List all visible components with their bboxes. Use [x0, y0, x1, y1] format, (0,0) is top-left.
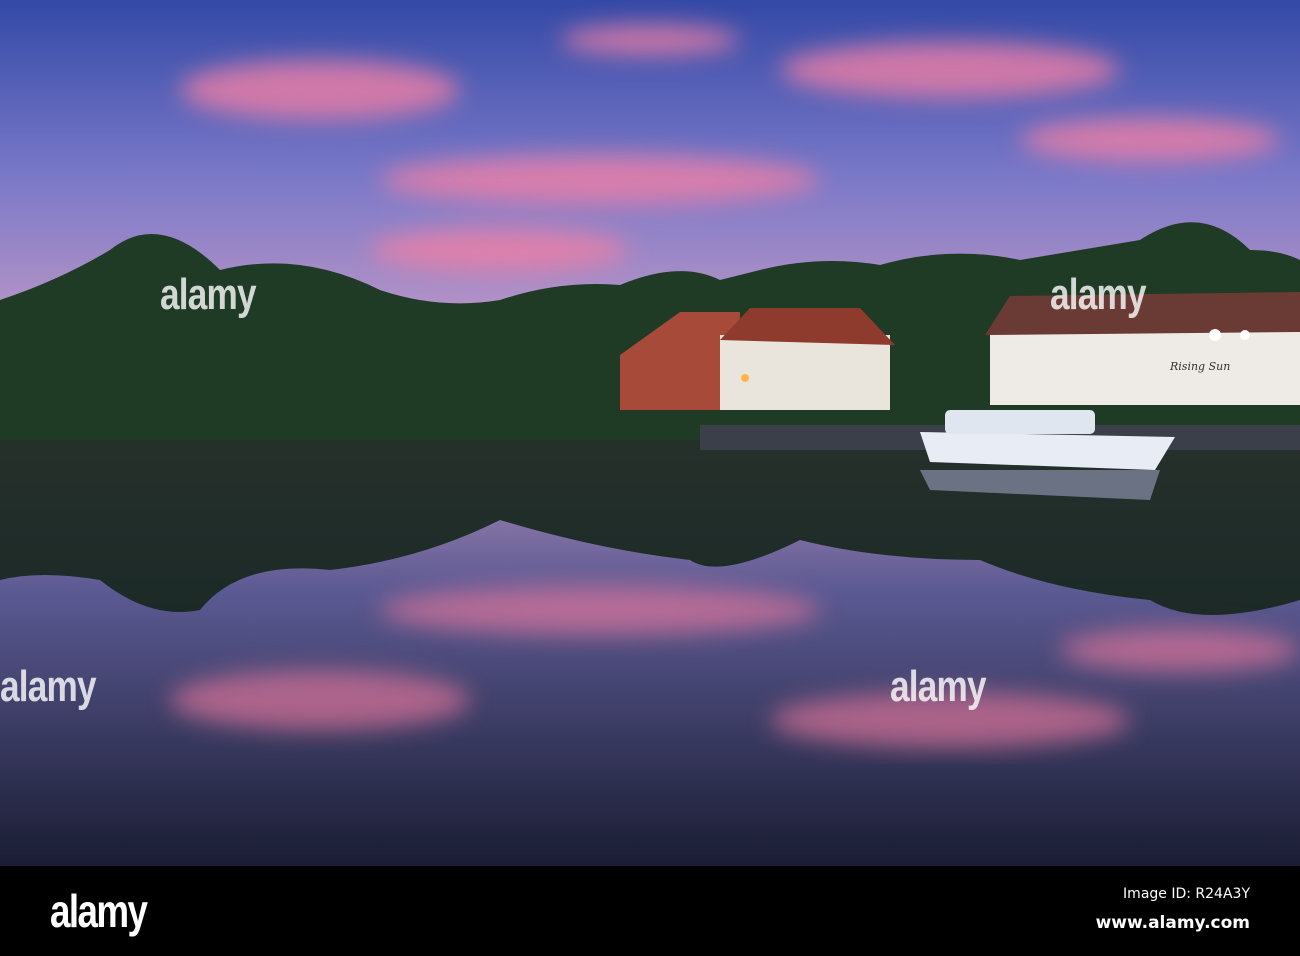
- image-id: Image ID: R24A3Y: [1123, 886, 1250, 902]
- watermark: alamy: [160, 270, 257, 319]
- site-url[interactable]: www.alamy.com: [1096, 913, 1250, 933]
- watermark: alamy: [890, 662, 987, 711]
- river-sunset-photo: Rising Sun: [0, 0, 1300, 866]
- pub-sign: Rising Sun: [1169, 360, 1230, 373]
- watermark: alamy: [1050, 270, 1147, 319]
- stock-photo-page: Rising Sun alamy alamy alamy alamy alamy…: [0, 0, 1300, 956]
- alamy-logo[interactable]: alamy: [50, 884, 148, 938]
- footer-bar: alamy Image ID: R24A3Y www.alamy.com: [0, 866, 1300, 956]
- watermark: alamy: [0, 662, 97, 711]
